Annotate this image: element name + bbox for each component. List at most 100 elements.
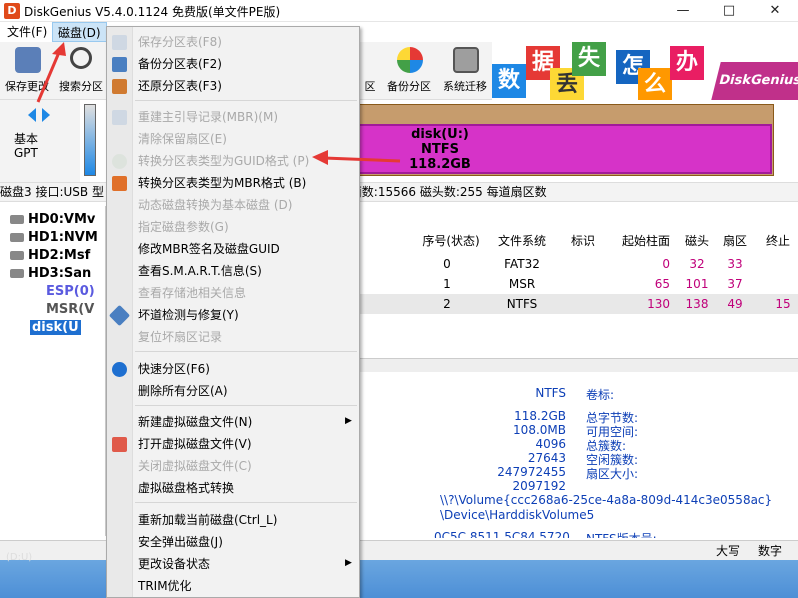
menu-modify-mbr-signature[interactable]: 修改MBR签名及磁盘GUID [138, 238, 280, 260]
drive-icon [10, 251, 24, 260]
menu-reload-disk[interactable]: 重新加载当前磁盘(Ctrl_L) [138, 509, 277, 531]
table-row[interactable]: 0 FAT32 0 32 33 [360, 254, 798, 274]
annotation-arrow-menu [36, 42, 66, 103]
disk-style: GPT [14, 146, 38, 160]
banner-tile-1: 数 [492, 64, 526, 98]
menu-convert-guid[interactable]: 转换分区表类型为GUID格式 (P) [138, 150, 309, 172]
banner-tile-4: 失 [572, 42, 606, 76]
menu-file[interactable]: 文件(F) [2, 22, 52, 42]
close-button[interactable]: ✕ [752, 0, 798, 22]
cell-index: 0 [443, 257, 451, 271]
menu-backup-partition-table[interactable]: 备份分区表(F2) [138, 53, 222, 75]
volume-path: \\?\Volume{ccc268a6-25ce-4a8a-809d-414c3… [440, 493, 773, 507]
menu-storage-pool[interactable]: 查看存储池相关信息 [138, 282, 246, 304]
col-header[interactable]: 序号(状态) [418, 230, 484, 252]
banner-tile-7: 办 [670, 46, 704, 80]
next-disk-icon[interactable] [42, 108, 50, 122]
col-header[interactable]: 起始柱面 [612, 230, 680, 252]
quick-partition-icon [112, 362, 127, 377]
minimize-button[interactable]: — [660, 0, 706, 22]
detail-label: 扇区大小: [586, 467, 639, 481]
tree-item-selected[interactable]: disk(U [30, 320, 81, 335]
tree-item[interactable]: MSR(V [46, 302, 94, 317]
menu-disk[interactable]: 磁盘(D) [52, 22, 107, 42]
cell-cylinder: 130 [647, 297, 670, 311]
maximize-button[interactable]: □ [706, 0, 752, 22]
tree-item[interactable]: ESP(0) [46, 284, 95, 299]
col-header[interactable]: 标识 [560, 230, 606, 252]
detail-value: 2097192 [512, 479, 566, 493]
menu-open-virtual-disk[interactable]: 打开虚拟磁盘文件(V) [138, 433, 252, 455]
menu-clear-reserved[interactable]: 清除保留扇区(E) [138, 128, 227, 150]
app-icon: D [4, 3, 20, 19]
menu-separator [135, 351, 357, 352]
open-virtual-disk-icon [112, 437, 127, 452]
tree-item[interactable]: HD3:San [10, 266, 91, 281]
detail-label: 卷标: [586, 388, 615, 402]
menu-rebuild-mbr[interactable]: 重建主引导记录(MBR)(M) [138, 106, 278, 128]
device-path: \Device\HarddiskVolume5 [440, 508, 595, 522]
menu-safe-eject[interactable]: 安全弹出磁盘(J) [138, 531, 223, 553]
brand-logo: DiskGenius [711, 62, 798, 100]
menu-separator [135, 100, 357, 101]
menu-convert-mbr[interactable]: 转换分区表类型为MBR格式 (B) [138, 172, 306, 194]
caps-indicator: 大写 [716, 544, 741, 558]
menu-new-virtual-disk[interactable]: 新建虚拟磁盘文件(N) [138, 411, 252, 433]
cell-head: 101 [685, 277, 709, 291]
menu-change-device-state[interactable]: 更改设备状态 [138, 553, 210, 575]
submenu-arrow-icon: ▶ [345, 558, 352, 568]
pie-chart-icon [397, 47, 423, 73]
cell-sector: 33 [727, 257, 743, 271]
col-header[interactable]: 扇区 [716, 230, 754, 252]
system-migrate-label: 系统迁移 [443, 80, 487, 93]
menu-disk-params[interactable]: 指定磁盘参数(G) [138, 216, 229, 238]
menu-delete-all-partitions[interactable]: 删除所有分区(A) [138, 380, 228, 402]
menu-save-partition-table[interactable]: 保存分区表(F8) [138, 31, 222, 53]
restore-table-icon [112, 79, 127, 94]
magnifier-icon [70, 47, 92, 69]
detail-partial: 0C5C 8511 5C84 5720 [434, 530, 570, 538]
disk-panel [0, 100, 96, 182]
cell-fs: FAT32 [504, 257, 540, 271]
menu-close-virtual-disk[interactable]: 关闭虚拟磁盘文件(C) [138, 455, 252, 477]
prev-disk-icon[interactable] [28, 108, 36, 122]
banner-tile-6: 么 [638, 68, 672, 100]
col-header[interactable]: 终止 [758, 230, 798, 252]
disk-context-menu: 保存分区表(F8) 备份分区表(F2) 还原分区表(F3) 重建主引导记录(MB… [106, 26, 360, 598]
menu-reset-bad-sectors[interactable]: 复位坏扇区记录 [138, 326, 222, 348]
cell-index: 2 [443, 297, 451, 311]
col-header[interactable]: 磁头 [680, 230, 714, 252]
disk-usage-gauge [84, 104, 96, 176]
col-header[interactable]: 文件系统 [490, 230, 554, 252]
system-migrate-button[interactable]: 系统迁移 [438, 42, 492, 100]
menu-virtual-disk-convert[interactable]: 虚拟磁盘格式转换 [138, 477, 234, 499]
title-bar: D DiskGenius V5.4.0.1124 免费版(单文件PE版) — □… [0, 0, 798, 22]
drive-icon [10, 269, 24, 278]
menu-smart-info[interactable]: 查看S.M.A.R.T.信息(S) [138, 260, 262, 282]
annotation-arrow-guid [312, 150, 401, 165]
menu-restore-partition-table[interactable]: 还原分区表(F3) [138, 75, 222, 97]
menu-dynamic-to-basic[interactable]: 动态磁盘转换为基本磁盘 (D) [138, 194, 292, 216]
horizontal-scrollbar[interactable] [360, 358, 798, 372]
promo-banner[interactable]: 数 据 丢 失 怎 么 办 DiskGenius [492, 42, 798, 100]
menu-separator [135, 405, 357, 406]
table-row-selected[interactable]: 2 NTFS 130 138 49 15 [360, 294, 798, 314]
rebuild-mbr-icon [112, 110, 127, 125]
backup-partition-label: 备份分区 [387, 80, 431, 93]
menu-trim[interactable]: TRIM优化 [138, 575, 192, 597]
tree-item[interactable]: HD2:Msf [10, 248, 90, 263]
detail-partial-label: NTFS版本号: [586, 530, 657, 538]
drive-icon [10, 233, 24, 242]
tree-item[interactable]: HD1:NVM [10, 230, 98, 245]
menu-bad-sector-check[interactable]: 坏道检测与修复(Y) [138, 304, 239, 326]
tree-item[interactable]: HD0:VMv [10, 212, 95, 227]
detail-value: 118.2GB [514, 409, 566, 423]
backup-partition-button[interactable]: 备份分区 [382, 42, 436, 100]
menu-quick-partition[interactable]: 快速分区(F6) [138, 358, 210, 380]
table-row[interactable]: 1 MSR 65 101 37 [360, 274, 798, 294]
cell-fs: MSR [508, 277, 536, 291]
save-partition-table-icon [112, 35, 127, 50]
monitor-icon [453, 47, 479, 73]
cell-cylinder: 0 [662, 257, 670, 271]
num-indicator: 数字 [758, 544, 783, 558]
